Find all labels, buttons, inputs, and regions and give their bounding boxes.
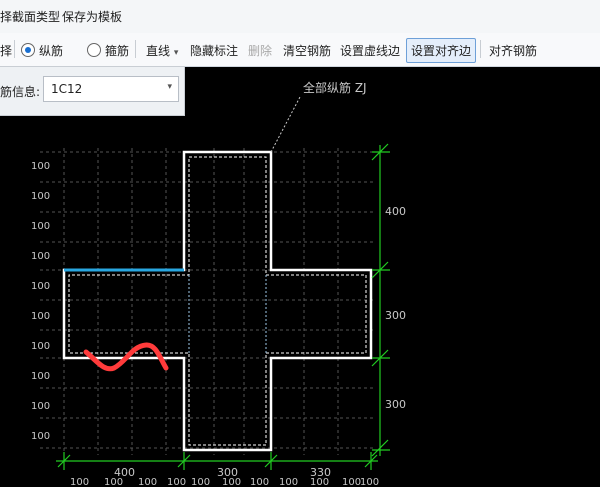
right-dim-label: 300 [385,309,406,322]
right-dim-label: 300 [385,398,406,411]
bottom-minor-label: 100 [250,477,269,487]
left-tick-label: 100 [31,401,50,412]
left-tick-label: 100 [31,191,50,202]
bottom-minor-label: 100 [310,477,329,487]
bottom-minor-label: 100 [360,477,379,487]
left-tick-label: 100 [31,341,50,352]
left-tick-label: 100 [31,371,50,382]
left-tick-label: 100 [31,221,50,232]
bottom-minor-label: 100 [167,477,186,487]
left-tick-label: 100 [31,311,50,322]
left-tick-label: 100 [31,431,50,442]
bottom-minor-label: 100 [70,477,89,487]
bottom-minor-label: 100 [191,477,210,487]
left-tick-labels: 100 100 100 100 100 100 100 100 100 100 [31,161,50,442]
callout-leader [270,96,301,153]
bottom-minor-label: 100 [279,477,298,487]
bottom-minor-label: 100 [342,477,361,487]
drawing-canvas[interactable]: 100 100 100 100 100 100 100 100 100 100 … [0,0,600,487]
bottom-minor-label: 100 [222,477,241,487]
right-dim-label: 400 [385,205,406,218]
callout-label: 全部纵筋 ZJ [303,80,367,95]
cross-section-outline[interactable] [62,150,373,452]
bottom-minor-label: 100 [104,477,123,487]
left-tick-label: 100 [31,251,50,262]
bottom-minor-label: 100 [138,477,157,487]
left-tick-label: 100 [31,161,50,172]
left-tick-label: 100 [31,281,50,292]
rebar-inner-outline[interactable] [68,156,367,446]
grid [40,148,374,455]
bottom-minor-ticks: 100 100 100 100 100 100 100 100 100 100 … [70,477,379,487]
